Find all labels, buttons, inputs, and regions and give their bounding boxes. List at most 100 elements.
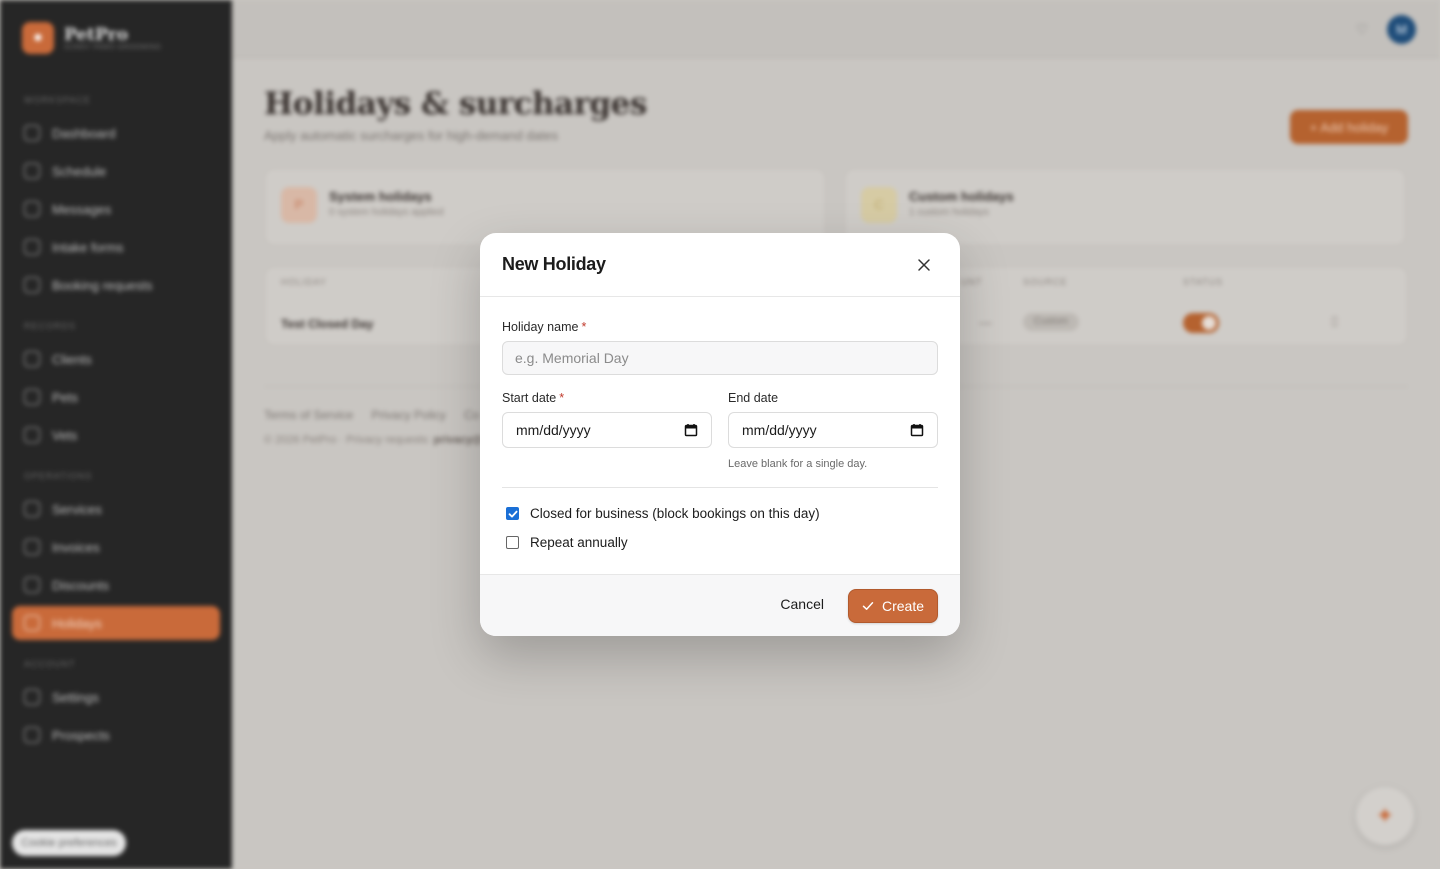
sidebar-item-holidays[interactable]: Holidays <box>12 606 220 640</box>
label-text: Start date <box>502 391 557 405</box>
card-title: System holidays <box>329 189 432 204</box>
sidebar-item-schedule[interactable]: Schedule <box>12 154 220 188</box>
sidebar-item-dashboard[interactable]: Dashboard <box>12 116 220 150</box>
calendar-icon <box>24 163 40 179</box>
status-toggle[interactable] <box>1183 313 1219 333</box>
star-icon <box>24 501 40 517</box>
paw-icon <box>24 389 40 405</box>
calendar-icon[interactable] <box>684 423 698 437</box>
repeat-annually-checkbox[interactable] <box>506 536 519 549</box>
sidebar-item-intake-forms[interactable]: Intake forms <box>12 230 220 264</box>
brand-subtitle: SUNNY PAWS GROOMING <box>64 43 162 51</box>
paw-icon: ● <box>22 22 54 54</box>
start-date-input[interactable]: mm/dd/yyyy <box>502 412 712 448</box>
required-asterisk: * <box>581 320 587 334</box>
calendar-icon[interactable] <box>910 423 924 437</box>
gear-icon <box>24 689 40 705</box>
card-subtitle: 1 custom holidays <box>909 207 990 218</box>
sidebar-item-settings[interactable]: Settings <box>12 680 220 714</box>
inbox-icon <box>24 277 40 293</box>
avatar[interactable]: M <box>1387 15 1416 44</box>
add-holiday-button[interactable]: + Add holiday <box>1290 110 1408 144</box>
form-icon <box>24 239 40 255</box>
end-date-input[interactable]: mm/dd/yyyy <box>728 412 938 448</box>
end-date-hint: Leave blank for a single day. <box>728 458 868 470</box>
repeat-annually-option[interactable]: Repeat annually <box>506 535 628 550</box>
sidebar-item-label: Dashboard <box>52 125 116 141</box>
closed-for-business-checkbox[interactable] <box>506 507 519 520</box>
sidebar-item-pets[interactable]: Pets <box>12 380 220 414</box>
sidebar-item-label: Pets <box>52 389 79 405</box>
footer-link-terms[interactable]: Terms of Service <box>264 408 353 422</box>
users-icon <box>24 727 40 743</box>
footer-copyright: © 2026 PetPro · Privacy requests: privac… <box>264 434 483 446</box>
sidebar-item-clients[interactable]: Clients <box>12 342 220 376</box>
closed-for-business-label: Closed for business (block bookings on t… <box>530 506 820 521</box>
sidebar-item-vets[interactable]: Vets <box>12 418 220 452</box>
sidebar-item-label: Holidays <box>52 615 102 631</box>
stethoscope-icon <box>24 427 40 443</box>
sidebar-item-label: Schedule <box>52 163 107 179</box>
privacy-email-link[interactable]: privacy@ <box>434 434 483 446</box>
chat-icon <box>24 201 40 217</box>
create-label: Create <box>881 598 925 614</box>
brand: ● PetPro SUNNY PAWS GROOMING <box>22 22 161 54</box>
sidebar-item-label: Messages <box>52 201 112 217</box>
users-icon <box>24 351 40 367</box>
table-row-holiday-name: Test Closed Day <box>281 317 374 331</box>
table-row-amount: — <box>979 315 992 330</box>
page-title: Holidays & surcharges <box>264 86 647 122</box>
end-date-label: End date <box>728 391 779 405</box>
home-icon <box>24 125 40 141</box>
close-icon[interactable] <box>914 255 934 275</box>
footer-link-cookies[interactable]: Co <box>464 408 479 422</box>
card-title: Custom holidays <box>909 189 1014 204</box>
sidebar-item-label: Invoices <box>52 539 100 555</box>
card-icon: C <box>861 187 897 223</box>
sparkle-assistant-icon[interactable]: ✦ <box>1356 787 1414 845</box>
page-subtitle: Apply automatic surcharges for high-dema… <box>264 128 559 143</box>
sidebar-item-booking-requests[interactable]: Booking requests <box>12 268 220 302</box>
cookie-preferences-button[interactable]: Cookie preferences <box>12 830 126 856</box>
bell-icon[interactable]: ♡ <box>1350 17 1374 41</box>
flag-icon <box>24 615 40 631</box>
card-icon: P <box>281 187 317 223</box>
card-subtitle: 0 system holidays applied <box>329 207 444 218</box>
check-icon <box>862 602 874 610</box>
sidebar-item-label: Intake forms <box>52 239 124 255</box>
column-header-amount: UNT <box>961 277 983 287</box>
footer-link-privacy[interactable]: Privacy Policy <box>371 408 446 422</box>
sidebar-item-messages[interactable]: Messages <box>12 192 220 226</box>
end-date-value: mm/dd/yyyy <box>742 422 817 438</box>
trash-icon[interactable]: ▯ <box>1331 313 1338 329</box>
invoice-icon <box>24 539 40 555</box>
sidebar-item-label: Clients <box>52 351 92 367</box>
closed-for-business-option[interactable]: Closed for business (block bookings on t… <box>506 506 820 521</box>
section-label-account: ACCOUNT <box>24 659 76 669</box>
sidebar-item-label: Prospects <box>52 727 110 743</box>
sidebar-item-label: Vets <box>52 427 78 443</box>
start-date-label: Start date * <box>502 391 564 405</box>
sidebar-item-services[interactable]: Services <box>12 492 220 526</box>
section-label-workspace: WORKSPACE <box>24 95 91 105</box>
sidebar-item-discounts[interactable]: Discounts <box>12 568 220 602</box>
brand-name: PetPro <box>64 24 129 45</box>
footer-links: Terms of Service Privacy Policy Co <box>264 408 479 422</box>
new-holiday-dialog: New Holiday Holiday name* Start date* mm… <box>480 233 960 636</box>
cancel-button[interactable]: Cancel <box>780 596 824 612</box>
sidebar: ● PetPro SUNNY PAWS GROOMING WORKSPACE D… <box>0 0 232 869</box>
section-label-records: RECORDS <box>24 321 77 331</box>
holiday-name-input[interactable] <box>502 341 938 375</box>
sidebar-item-prospects[interactable]: Prospects <box>12 718 220 752</box>
sidebar-item-label: Settings <box>52 689 99 705</box>
holiday-name-label: Holiday name * <box>502 320 586 334</box>
topbar: ♡ M <box>232 0 1440 58</box>
dialog-header: New Holiday <box>480 233 960 297</box>
sidebar-item-label: Discounts <box>52 577 110 593</box>
create-button[interactable]: Create <box>848 589 938 623</box>
sidebar-item-invoices[interactable]: Invoices <box>12 530 220 564</box>
required-asterisk: * <box>559 391 565 405</box>
column-header-source: SOURCE <box>1023 277 1068 287</box>
label-text: Holiday name <box>502 320 579 334</box>
section-label-operations: OPERATIONS <box>24 471 93 481</box>
